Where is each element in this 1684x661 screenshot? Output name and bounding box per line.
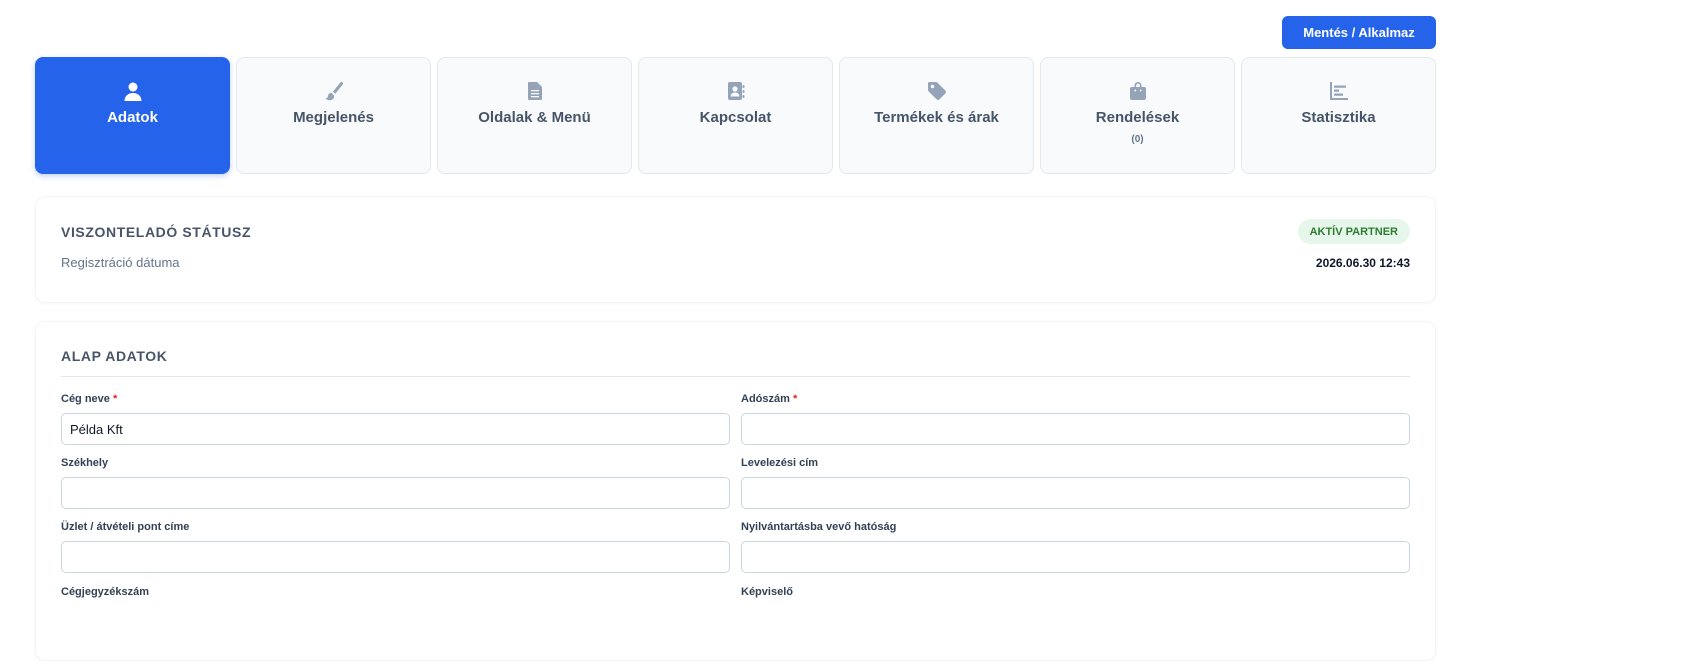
- status-badge: AKTÍV PARTNER: [1297, 219, 1410, 244]
- shop-address-label: Üzlet / átvételi pont címe: [61, 521, 190, 533]
- tab-label: Termékek és árak: [874, 109, 999, 126]
- shop-address-input[interactable]: [61, 541, 730, 573]
- tab-statisztika[interactable]: Statisztika: [1241, 57, 1436, 174]
- tax-number-input[interactable]: [741, 413, 1410, 445]
- required-marker: *: [112, 393, 118, 405]
- tab-label: Adatok: [107, 109, 158, 126]
- section-title: ALAP ADATOK: [61, 348, 168, 364]
- tag-icon: [926, 80, 948, 102]
- mailing-address-label: Levelezési cím: [741, 457, 819, 469]
- headquarters-input[interactable]: [61, 477, 730, 509]
- basic-data-card: ALAP ADATOK Cég neve * Adószám * Székhel…: [35, 321, 1436, 661]
- status-title: VISZONTELADÓ STÁTUSZ: [61, 224, 252, 240]
- company-name-label: Cég neve *: [61, 393, 118, 405]
- registering-authority-input[interactable]: [741, 541, 1410, 573]
- paintbrush-icon: [323, 80, 345, 102]
- tab-rendelesek[interactable]: Rendelések (0): [1040, 57, 1235, 174]
- save-apply-button[interactable]: Mentés / Alkalmaz: [1282, 16, 1436, 49]
- document-icon: [524, 80, 546, 102]
- tab-termekek-arak[interactable]: Termékek és árak: [839, 57, 1034, 174]
- tab-label: Rendelések: [1095, 109, 1180, 126]
- bar-chart-icon: [1328, 80, 1350, 102]
- tab-kapcsolat[interactable]: Kapcsolat: [638, 57, 833, 174]
- mailing-address-input[interactable]: [741, 477, 1410, 509]
- tab-label: Statisztika: [1301, 109, 1376, 126]
- representative-label: Képviselő: [741, 586, 793, 598]
- shopping-bag-icon: [1127, 80, 1149, 102]
- user-icon: [122, 80, 144, 102]
- tab-oldalak-menu[interactable]: Oldalak & Menü: [437, 57, 632, 174]
- registering-authority-label: Nyilvántartásba vevő hatóság: [741, 521, 897, 533]
- registration-date-label: Regisztráció dátuma: [61, 255, 180, 270]
- required-marker: *: [792, 393, 798, 405]
- headquarters-label: Székhely: [61, 457, 109, 469]
- tab-megjelenes[interactable]: Megjelenés: [236, 57, 431, 174]
- tab-adatok[interactable]: Adatok: [35, 57, 230, 174]
- registration-date-value: 2026.06.30 12:43: [1315, 256, 1410, 270]
- tab-label: Oldalak & Menü: [478, 109, 591, 126]
- order-count: (0): [1131, 134, 1144, 145]
- reseller-status-card: VISZONTELADÓ STÁTUSZ Regisztráció dátuma…: [35, 196, 1436, 303]
- tab-bar: Adatok Megjelenés Oldalak & Menü Kapcsol…: [35, 57, 1436, 174]
- address-book-icon: [725, 80, 747, 102]
- registry-number-label: Cégjegyzékszám: [61, 586, 150, 598]
- tax-number-label: Adószám *: [741, 393, 798, 405]
- divider: [61, 376, 1410, 377]
- company-name-input[interactable]: [61, 413, 730, 445]
- tab-label: Megjelenés: [293, 109, 374, 126]
- tab-label: Kapcsolat: [699, 109, 772, 126]
